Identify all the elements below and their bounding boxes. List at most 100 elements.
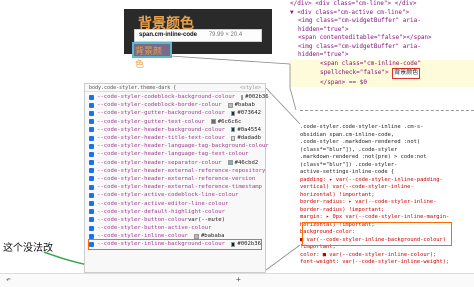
css-variable-value[interactable]: #46cbd2 bbox=[235, 160, 259, 166]
checkbox[interactable] bbox=[89, 217, 94, 223]
color-swatch[interactable] bbox=[241, 94, 244, 100]
rule-selector: obsidian span.cm-inline-code, bbox=[300, 131, 395, 138]
css-variable-value[interactable]: #002b36 bbox=[245, 94, 269, 100]
color-swatch[interactable] bbox=[230, 110, 236, 116]
left-panel-header: body.code-styler.theme-dark { <style> bbox=[85, 84, 265, 92]
right-styles-panel[interactable]: .code-styler.code-styler-inline .cm-s- o… bbox=[300, 124, 474, 276]
checkbox[interactable] bbox=[89, 241, 94, 247]
css-variable-value[interactable]: #0a4554 bbox=[237, 127, 261, 133]
css-variable-row[interactable]: --code-styler-header-title-text-colour #d… bbox=[89, 134, 261, 142]
css-variable-row[interactable]: --code-styler-codeblock-border-colour #ba… bbox=[89, 101, 261, 109]
css-variable-name: --code-styler-active-codeblock-line-colo… bbox=[97, 192, 239, 199]
checkbox[interactable] bbox=[89, 94, 94, 100]
css-variable-value[interactable]: #dadadb bbox=[237, 135, 261, 141]
css-variable-name: --code-styler-inline-colour bbox=[97, 233, 188, 240]
checkbox[interactable] bbox=[89, 168, 94, 174]
css-variable-row[interactable]: --code-styler-button-colour var(--mute) bbox=[89, 216, 261, 224]
checkbox[interactable] bbox=[89, 135, 94, 141]
css-variable-name: --code-styler-header-external-reference-… bbox=[97, 167, 266, 174]
css-variable-row[interactable]: --code-styler-header-separator-colour #46… bbox=[89, 159, 261, 167]
css-variable-row[interactable]: --code-styler-header-external-reference-… bbox=[89, 183, 263, 191]
rule-selector: active-settings-inline-code { bbox=[300, 169, 395, 175]
css-variable-name: --code-styler-header-background-colour bbox=[97, 126, 225, 133]
checkbox[interactable] bbox=[89, 209, 94, 215]
css-variable-name: --code-styler-gutter-text-colour bbox=[97, 118, 205, 125]
add-icon[interactable]: + bbox=[236, 275, 241, 284]
css-variable-name: --code-styler-codeblock-border-colour bbox=[97, 102, 222, 109]
annotation-note: 这个没法改 bbox=[3, 243, 53, 254]
css-variable-row[interactable]: --code-styler-active-editor-line-colour bbox=[89, 199, 261, 207]
css-variable-row[interactable]: --code-styler-header-external-reference-… bbox=[89, 167, 265, 175]
checkbox[interactable] bbox=[89, 119, 94, 125]
css-variable-name: --code-styler-button-active-colour bbox=[97, 225, 212, 232]
css-variable-value[interactable]: #bababa bbox=[201, 233, 225, 239]
color-swatch[interactable] bbox=[230, 135, 236, 141]
css-variable-row[interactable]: --code-styler-inline-background-colour #0… bbox=[88, 239, 262, 250]
rule-selector: (class*="blur"]), .code-styler bbox=[300, 146, 398, 153]
css-variable-name: --code-styler-inline-background-colour bbox=[97, 241, 225, 248]
checkbox[interactable] bbox=[89, 225, 94, 231]
prop-border-radius[interactable]: border-radius: ▸ var(--code-styler-inlin… bbox=[300, 199, 474, 207]
checkbox[interactable] bbox=[89, 102, 94, 108]
css-variable-row[interactable]: --code-styler-header-external-reference-… bbox=[89, 175, 261, 183]
color-swatch[interactable] bbox=[230, 127, 236, 133]
checkbox[interactable] bbox=[89, 143, 94, 149]
css-variable-value[interactable]: #073642 bbox=[237, 110, 261, 116]
left-panel-selector: body.code-styler.theme-dark { bbox=[89, 85, 177, 91]
left-panel-source[interactable]: <style> bbox=[240, 85, 261, 91]
background-color-highlight bbox=[302, 222, 452, 246]
css-variable-name: --code-styler-header-external-reference-… bbox=[97, 184, 263, 191]
checkbox[interactable] bbox=[89, 160, 94, 166]
css-variable-value[interactable]: #002b36 bbox=[237, 241, 261, 247]
color-swatch[interactable] bbox=[227, 160, 233, 166]
checkbox[interactable] bbox=[89, 127, 94, 133]
rule-selector: .code-styler .markdown-rendered :not( bbox=[300, 139, 421, 145]
bottom-toolbar: ↶ + bbox=[0, 273, 474, 287]
css-variable-name: --code-styler-default-highlight-colour bbox=[97, 208, 225, 215]
css-variable-row[interactable]: --code-styler-button-active-colour bbox=[89, 224, 261, 232]
rule-selector: .code-styler.code-styler-inline .cm-s- bbox=[300, 124, 424, 130]
css-variable-name: --code-styler-active-editor-line-colour bbox=[97, 200, 229, 207]
checkbox[interactable] bbox=[89, 233, 94, 239]
prop-font-weight[interactable]: font-weight: var(--code-styler-inline-we… bbox=[300, 259, 474, 267]
css-variable-name: --code-styler-codeblock-background-colou… bbox=[97, 94, 236, 101]
color-swatch[interactable] bbox=[227, 102, 233, 108]
left-styles-panel[interactable]: body.code-styler.theme-dark { <style> --… bbox=[84, 83, 269, 273]
css-variable-name: --code-styler-header-external-reference-… bbox=[97, 175, 256, 182]
css-variable-name: --code-styler-header-separator-colour bbox=[97, 159, 222, 166]
color-swatch[interactable] bbox=[193, 233, 199, 239]
css-variable-row[interactable]: --code-styler-header-background-colour #0… bbox=[89, 126, 261, 134]
panel-divider bbox=[300, 110, 474, 124]
css-variable-row[interactable]: --code-styler-active-codeblock-line-colo… bbox=[89, 191, 261, 199]
checkbox[interactable] bbox=[89, 151, 94, 157]
checkbox[interactable] bbox=[89, 110, 94, 116]
color-swatch[interactable] bbox=[230, 241, 236, 247]
css-variable-row[interactable]: --code-styler-default-highlight-colour bbox=[89, 208, 261, 216]
css-variable-name: --code-styler-header-language-tag-text-c… bbox=[97, 151, 249, 158]
prop-padding[interactable]: padding: ▸ var(--code-styler-inline-padd… bbox=[300, 177, 474, 185]
prop-margin[interactable]: margin: ▸ 0px var(--code-styler-inline-m… bbox=[300, 214, 474, 222]
prop-border-radius-cont: border-radius) !important; bbox=[300, 206, 385, 213]
css-variable-name: --code-styler-gutter-background-colour bbox=[97, 110, 225, 117]
checkbox[interactable] bbox=[89, 192, 94, 198]
css-variable-row[interactable]: --code-styler-gutter-text-colour #6c6c6c bbox=[89, 118, 261, 126]
css-variable-row[interactable]: --code-styler-header-language-tag-text-c… bbox=[89, 150, 261, 158]
left-panel-rows: --code-styler-codeblock-background-colou… bbox=[85, 92, 269, 250]
css-variable-value[interactable]: #babab bbox=[235, 102, 255, 108]
css-variable-row[interactable]: --code-styler-gutter-background-colour #0… bbox=[89, 109, 261, 117]
css-variable-name: --code-styler-button-colour bbox=[97, 216, 188, 223]
checkbox[interactable] bbox=[89, 201, 94, 207]
checkbox[interactable] bbox=[89, 176, 94, 182]
color-swatch[interactable] bbox=[210, 119, 216, 125]
css-variable-value[interactable]: #6c6c6c bbox=[218, 119, 242, 125]
css-variable-name: --code-styler-header-title-text-colour bbox=[97, 135, 225, 142]
undo-icon[interactable]: ↶ bbox=[6, 275, 11, 284]
css-variable-row[interactable]: --code-styler-codeblock-background-colou… bbox=[89, 93, 269, 101]
prop-color[interactable]: color: ■ var(--code-styler-inline-colour… bbox=[300, 252, 474, 260]
css-variable-value[interactable]: var(--mute) bbox=[188, 217, 225, 223]
checkbox[interactable] bbox=[89, 184, 94, 190]
css-variable-row[interactable]: --code-styler-header-language-tag-backgr… bbox=[89, 142, 269, 150]
rule-selector: .markdown-rendered :not(pre) > code:not bbox=[300, 154, 427, 160]
css-variable-row[interactable]: --code-styler-inline-colour #bababa bbox=[89, 232, 261, 240]
prop-padding-cont: vertical) var(--code-styler-inline- bbox=[300, 184, 414, 190]
